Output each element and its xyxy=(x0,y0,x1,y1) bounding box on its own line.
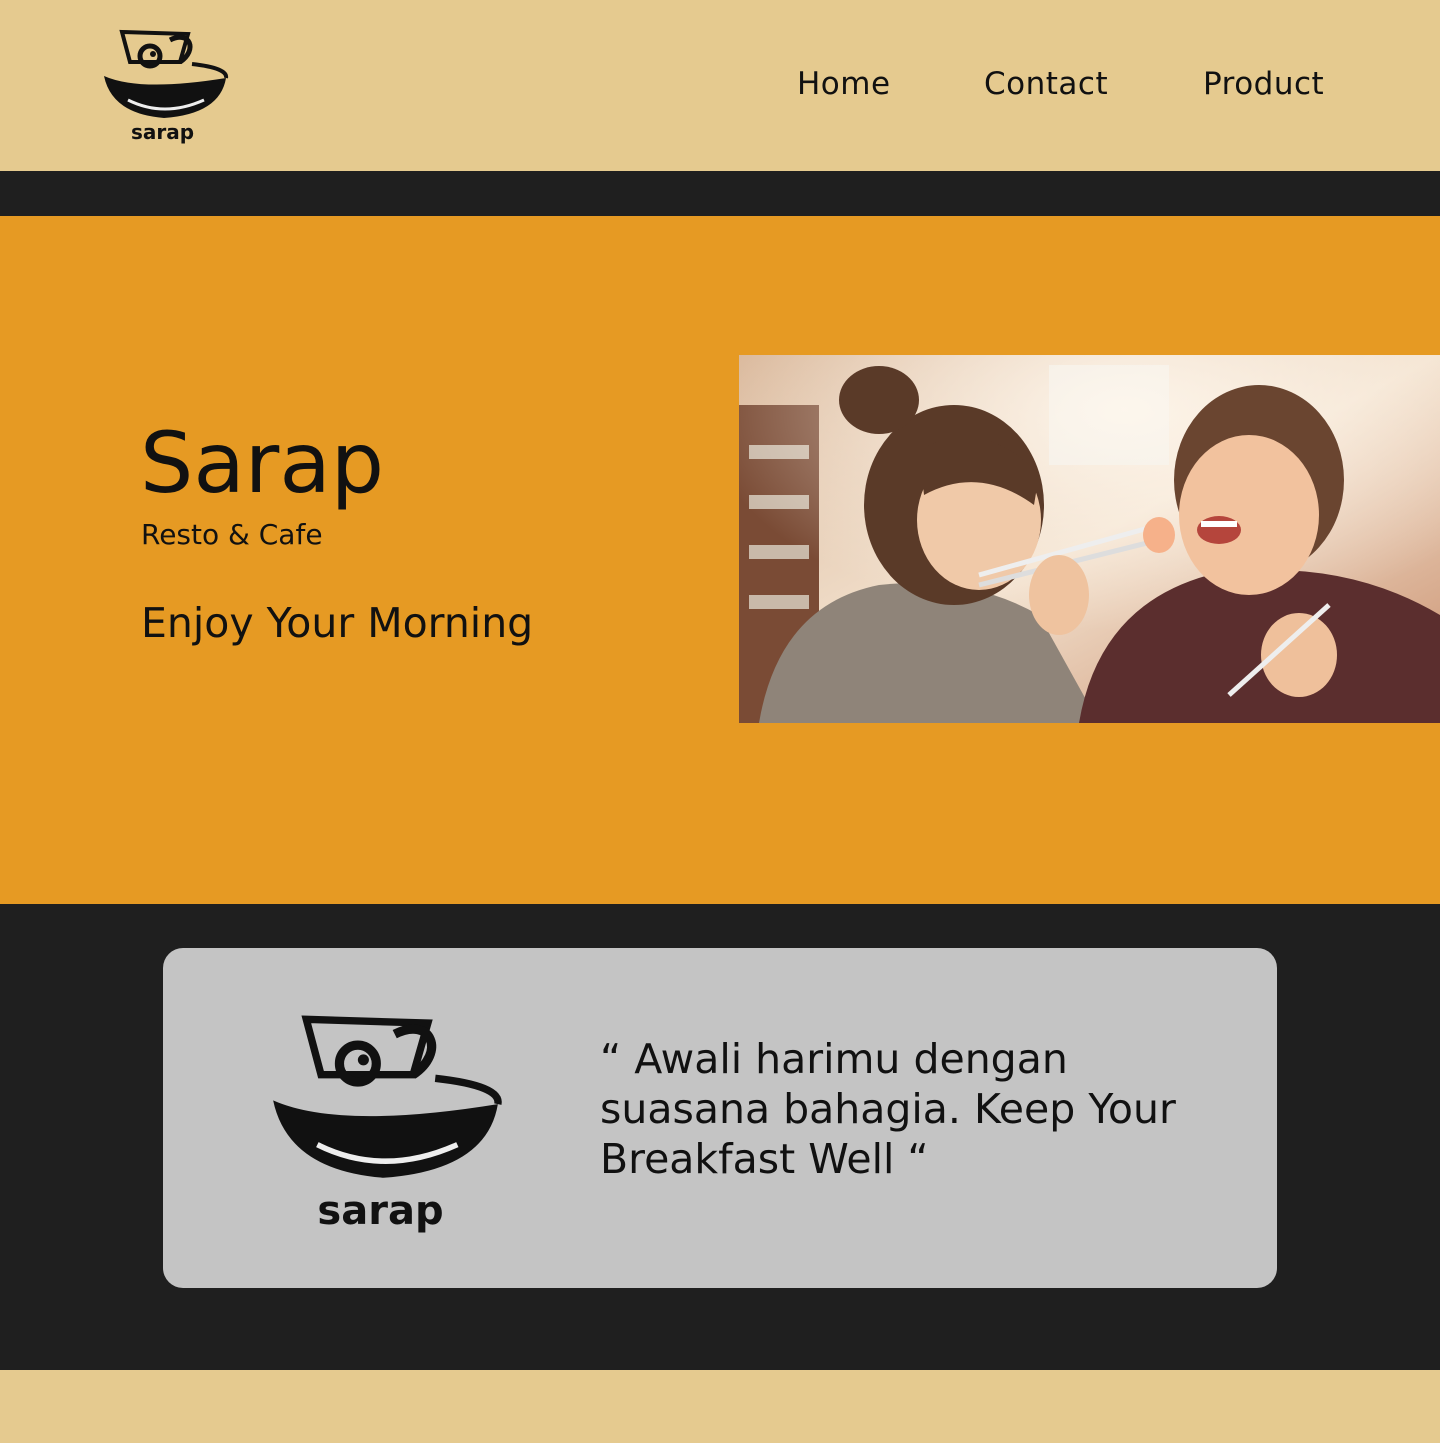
cup-bowl-logo-icon xyxy=(273,1015,502,1178)
couple-eating-photo xyxy=(739,355,1440,723)
nav-product-link[interactable]: Product xyxy=(1203,66,1324,102)
hero-photo xyxy=(739,355,1440,723)
footer xyxy=(0,1370,1440,1443)
main-nav: Home Contact Product xyxy=(0,66,1440,106)
quote-text: “ Awali harimu dengan suasana bahagia. K… xyxy=(600,1035,1176,1183)
logo-wordmark: sarap xyxy=(130,120,195,144)
card-logo: sarap xyxy=(263,1012,508,1242)
hero-subtitle: Resto & Cafe xyxy=(141,518,323,551)
hero-title: Sarap xyxy=(140,414,385,512)
quote-card: sarap “ Awali harimu dengan suasana baha… xyxy=(163,948,1277,1288)
hero-section: Sarap Resto & Cafe Enjoy Your Morning xyxy=(0,216,1440,904)
header: sarap Home Contact Product xyxy=(0,0,1440,171)
card-logo-wordmark: sarap xyxy=(317,1188,444,1234)
nav-contact-link[interactable]: Contact xyxy=(984,66,1108,102)
hero-tagline: Enjoy Your Morning xyxy=(141,599,534,647)
nav-home-link[interactable]: Home xyxy=(797,66,891,102)
